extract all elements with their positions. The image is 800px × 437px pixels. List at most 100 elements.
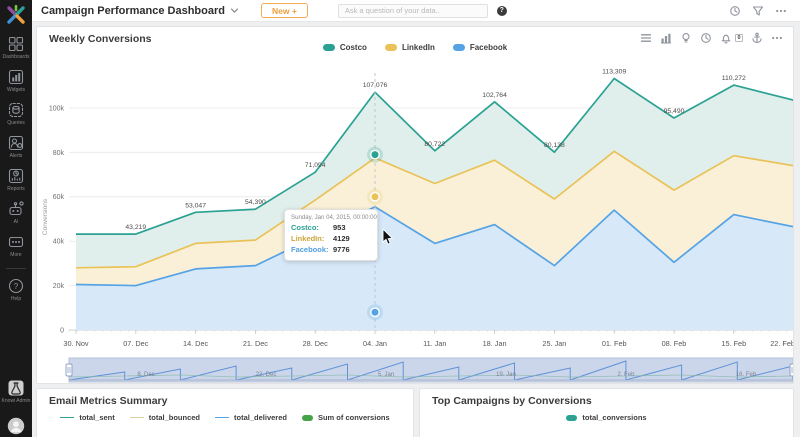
menu-icon[interactable] xyxy=(640,32,652,44)
svg-text:15. Feb: 15. Feb xyxy=(721,339,746,348)
new-button[interactable]: New + xyxy=(261,3,308,18)
svg-text:2. Feb: 2. Feb xyxy=(617,372,635,378)
svg-text:04. Jan: 04. Jan xyxy=(363,339,387,348)
svg-text:102,764: 102,764 xyxy=(482,92,507,99)
user-avatar[interactable] xyxy=(7,417,25,435)
legend-swatch xyxy=(566,415,577,421)
sidebar-item-more[interactable]: More xyxy=(7,233,25,258)
navigator-handle-left[interactable] xyxy=(66,364,72,376)
legend-label: LinkedIn xyxy=(402,43,435,52)
help-circle-icon[interactable]: ? xyxy=(497,6,507,16)
legend-swatch xyxy=(302,415,313,421)
svg-text:22. Feb: 22. Feb xyxy=(770,339,793,348)
sidebar-item-ai[interactable]: AI xyxy=(7,200,25,225)
svg-text:8. Dec: 8. Dec xyxy=(137,372,154,378)
legend-label: total_bounced xyxy=(149,413,200,422)
svg-text:95,490: 95,490 xyxy=(664,108,685,115)
more-dots-icon[interactable] xyxy=(775,5,787,17)
sidebar-item-alerts[interactable]: Alerts xyxy=(7,134,25,159)
dashboards-grid-icon xyxy=(7,35,25,53)
svg-text:5. Jan: 5. Jan xyxy=(378,372,394,378)
tooltip-rows: Costco:953LinkedIn:4129Facebook:9776 xyxy=(291,223,371,256)
legend-label: Sum of conversions xyxy=(318,413,390,422)
svg-text:07. Dec: 07. Dec xyxy=(123,339,148,348)
alert-bell-icon[interactable] xyxy=(720,32,732,44)
more-box-icon xyxy=(7,233,25,251)
legend-item[interactable]: Sum of conversions xyxy=(302,413,390,422)
svg-text:60k: 60k xyxy=(53,194,65,201)
chart-legend: Costco LinkedIn Facebook xyxy=(37,43,793,52)
legend-item[interactable]: LinkedIn xyxy=(385,43,435,52)
top-campaigns-widget: Top Campaigns by Conversions total_conve… xyxy=(419,388,794,437)
svg-text:53,047: 53,047 xyxy=(185,202,206,209)
sidebar-divider xyxy=(6,268,26,269)
sidebar-item-widgets[interactable]: Widgets xyxy=(7,68,25,93)
queries-database-icon xyxy=(7,101,25,119)
reports-doc-icon xyxy=(7,167,25,185)
sidebar-item-label: Queries xyxy=(7,120,25,126)
sidebar-item-label: AI xyxy=(14,219,19,225)
anchor-icon[interactable] xyxy=(751,32,763,44)
sidebar-item-queries[interactable]: Queries xyxy=(7,101,25,126)
weekly-conversions-chart[interactable]: 020k40k60k80k100kConversions30. Nov07. D… xyxy=(37,27,793,383)
navigator-handle-right[interactable] xyxy=(790,364,793,376)
sidebar-item-label: Help xyxy=(11,296,21,302)
svg-text:11. Jan: 11. Jan xyxy=(423,339,446,348)
legend-item[interactable]: total_bounced xyxy=(130,413,200,422)
history-clock-icon[interactable] xyxy=(729,5,741,17)
svg-text:?: ? xyxy=(14,282,19,291)
sidebar-item-help[interactable]: ? Help xyxy=(7,277,25,302)
legend-item[interactable]: total_conversions xyxy=(566,413,646,422)
alerts-person-icon xyxy=(7,134,25,152)
widget-title: Top Campaigns by Conversions xyxy=(432,395,592,407)
chart-tooltip: Sunday, Jan 04, 2015, 00:00:00 Costco:95… xyxy=(284,209,378,261)
legend-swatch xyxy=(385,44,397,51)
svg-text:80k: 80k xyxy=(53,150,65,157)
chevron-down-icon[interactable] xyxy=(230,6,239,15)
sidebar-nav: Dashboards Widgets Queries Alerts Reports AI M… xyxy=(3,35,30,266)
topbar-actions xyxy=(729,5,787,17)
legend-swatch xyxy=(215,417,229,418)
legend-swatch xyxy=(453,44,465,51)
weekly-conversions-widget: Weekly Conversions 0 CostcoLinkedInFaceb… xyxy=(36,26,794,384)
insights-bulb-icon[interactable] xyxy=(680,32,692,44)
legend-label: Facebook xyxy=(470,43,507,52)
more-dots-icon[interactable] xyxy=(771,32,783,44)
svg-text:0: 0 xyxy=(60,327,64,334)
tooltip-row: Facebook:9776 xyxy=(291,245,371,256)
svg-text:16. Feb: 16. Feb xyxy=(736,372,757,378)
legend-item[interactable]: total_sent xyxy=(60,413,114,422)
legend-item[interactable]: total_delivered xyxy=(215,413,287,422)
top-bar: Campaign Performance Dashboard New + ? xyxy=(32,0,800,22)
ask-question-input[interactable] xyxy=(338,4,488,18)
tooltip-header: Sunday, Jan 04, 2015, 00:00:00 xyxy=(291,214,371,221)
sidebar-item-label: Alerts xyxy=(10,153,23,159)
legend-label: total_sent xyxy=(79,413,114,422)
flask-icon xyxy=(7,379,25,397)
filter-funnel-icon[interactable] xyxy=(752,5,764,17)
legend-swatch xyxy=(323,44,335,51)
svg-text:18. Jan: 18. Jan xyxy=(483,339,507,348)
svg-text:28. Dec: 28. Dec xyxy=(303,339,328,348)
svg-text:08. Feb: 08. Feb xyxy=(662,339,687,348)
legend-item[interactable]: Facebook xyxy=(453,43,507,52)
history-clock-icon[interactable] xyxy=(700,32,712,44)
legend-swatch xyxy=(60,417,74,418)
knowi-logo-icon[interactable] xyxy=(4,3,28,27)
legend-swatch xyxy=(130,417,144,418)
app-sidebar: Dashboards Widgets Queries Alerts Reports AI M… xyxy=(0,0,32,437)
sidebar-item-admin[interactable]: Knowi Admin xyxy=(2,379,31,404)
svg-text:80,722: 80,722 xyxy=(424,141,445,148)
svg-text:40k: 40k xyxy=(53,239,65,246)
sidebar-item-dashboards[interactable]: Dashboards xyxy=(3,35,30,60)
tooltip-row: LinkedIn:4129 xyxy=(291,234,371,245)
legend-label: total_delivered xyxy=(234,413,287,422)
sidebar-item-label: Reports xyxy=(7,186,25,192)
ai-robot-icon xyxy=(7,200,25,218)
legend-item[interactable]: Costco xyxy=(323,43,367,52)
svg-text:22. Dec: 22. Dec xyxy=(256,372,277,378)
email-metrics-widget: Email Metrics Summary total_senttotal_bo… xyxy=(36,388,414,437)
svg-text:20k: 20k xyxy=(53,283,65,290)
sidebar-item-reports[interactable]: Reports xyxy=(7,167,25,192)
chart-type-icon[interactable] xyxy=(660,32,672,44)
